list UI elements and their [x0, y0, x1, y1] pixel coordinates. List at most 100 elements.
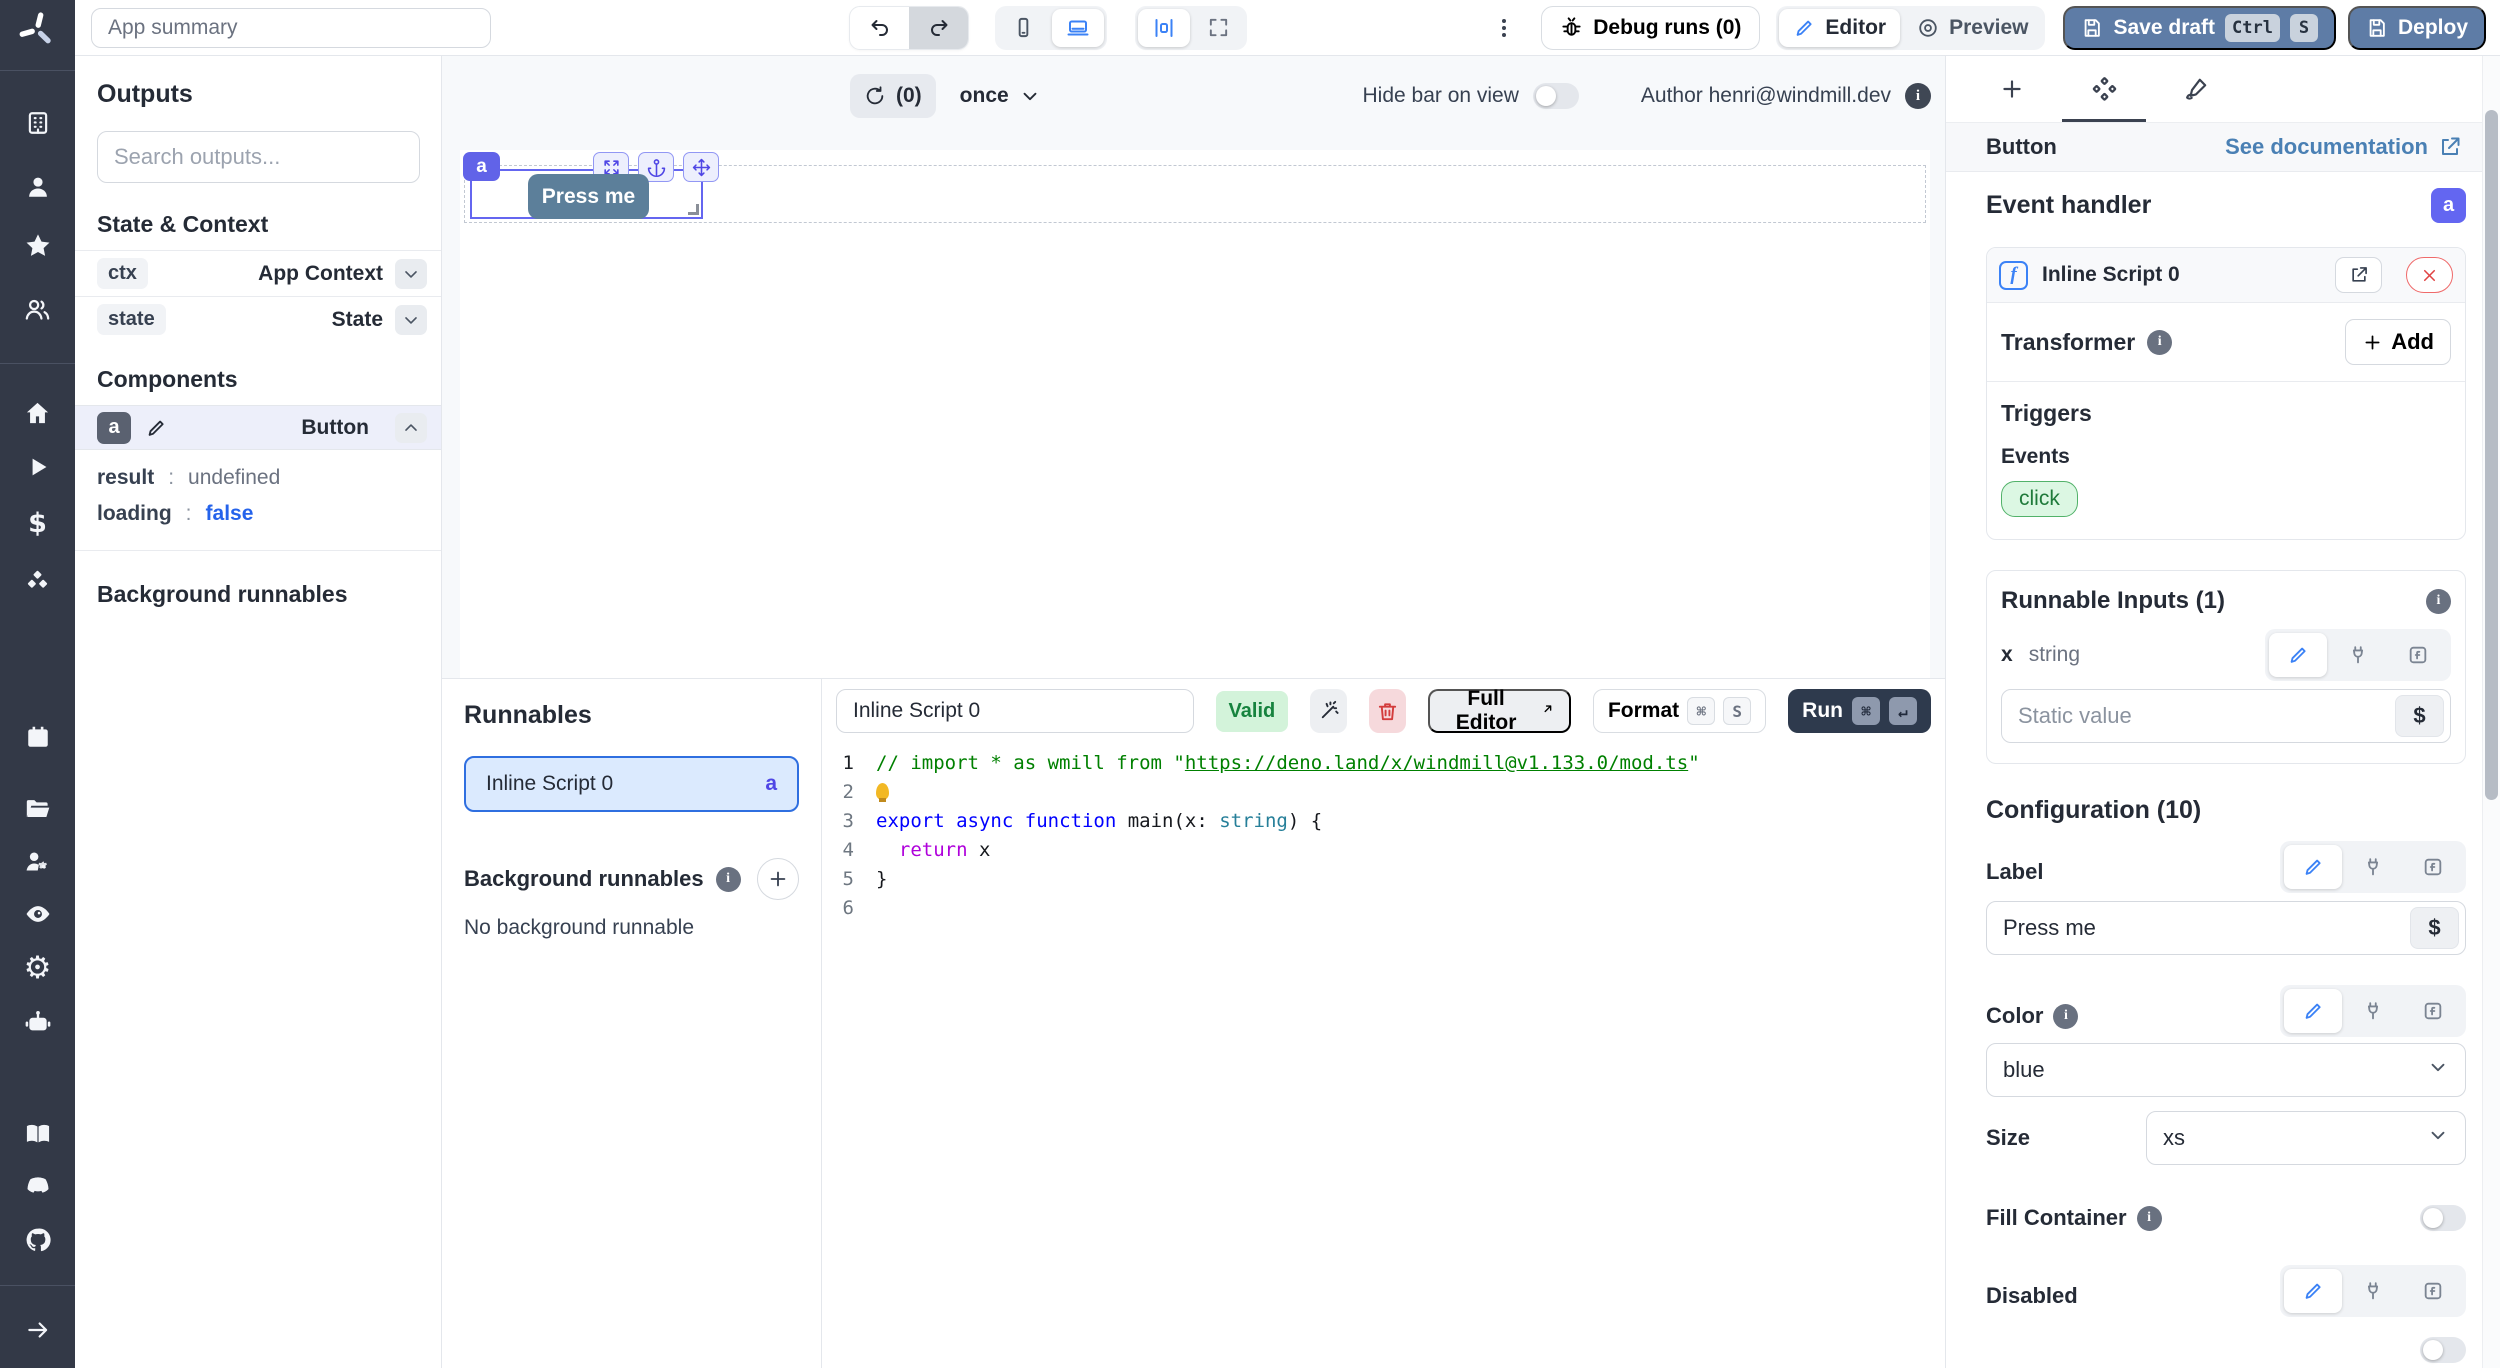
outputs-panel: Outputs State & Context ctx App Context … — [75, 56, 442, 1368]
settings-scrollbar[interactable] — [2482, 56, 2500, 1368]
info-icon[interactable] — [716, 867, 741, 892]
app-summary-input[interactable] — [91, 8, 491, 48]
sidebar-icon-ai-bot[interactable] — [0, 1002, 75, 1042]
sidebar-icon-home[interactable] — [0, 393, 75, 433]
connect-mode-plug-icon[interactable] — [2344, 845, 2402, 889]
sidebar-icon-runs[interactable] — [0, 447, 75, 487]
info-icon[interactable] — [2426, 589, 2451, 614]
chevron-down-icon — [1019, 85, 1041, 107]
move-component-button[interactable] — [683, 152, 719, 182]
refresh-mode-dropdown[interactable]: once — [960, 84, 1041, 108]
full-editor-button[interactable]: Full Editor — [1428, 689, 1571, 733]
chevron-up-icon[interactable] — [395, 413, 427, 443]
code-lines[interactable]: 1// import * as wmill from "https://deno… — [822, 749, 1945, 923]
search-outputs-input[interactable] — [97, 131, 420, 183]
styling-tab[interactable] — [2150, 56, 2242, 122]
desktop-view-button[interactable] — [1052, 9, 1104, 47]
component-id-tag[interactable]: a — [463, 152, 500, 181]
sidebar-icon-star[interactable] — [0, 226, 75, 266]
sidebar-icon-settings-gear[interactable]: ⚙ — [0, 948, 75, 988]
disabled-toggle-row — [1986, 1337, 2466, 1363]
static-value-input[interactable] — [2002, 703, 2395, 729]
sidebar-icon-github[interactable] — [0, 1220, 75, 1260]
undo-button[interactable] — [850, 7, 909, 49]
template-dollar-button[interactable]: $ — [2410, 907, 2459, 949]
label-value-input[interactable] — [1987, 915, 2410, 941]
sidebar-icon-workspace[interactable] — [0, 103, 75, 143]
sidebar-icon-schedules[interactable] — [0, 717, 75, 757]
static-mode-pencil-icon[interactable] — [2269, 633, 2327, 677]
debug-runs-button[interactable]: Debug runs (0) — [1541, 6, 1760, 50]
hide-bar-toggle[interactable] — [1533, 83, 1579, 109]
info-icon[interactable] — [1905, 83, 1931, 109]
insert-component-tab[interactable] — [1966, 56, 2058, 122]
author-label: Author henri@windmill.dev — [1641, 84, 1891, 108]
eval-mode-function-icon[interactable] — [2404, 1269, 2462, 1313]
info-icon[interactable] — [2147, 330, 2172, 355]
connect-mode-plug-icon[interactable] — [2344, 1269, 2402, 1313]
sidebar-icon-workers[interactable] — [0, 841, 75, 881]
resize-handle[interactable] — [688, 204, 699, 215]
preview-tab[interactable]: Preview — [1903, 9, 2042, 47]
see-documentation-link[interactable]: See documentation — [2225, 134, 2462, 160]
sidebar-icon-groups[interactable] — [0, 289, 75, 329]
detach-script-button[interactable] — [2406, 257, 2453, 293]
eval-mode-function-icon[interactable] — [2404, 989, 2462, 1033]
output-row-state[interactable]: state State — [75, 296, 441, 342]
fill-container-toggle[interactable] — [2420, 1205, 2466, 1231]
static-mode-pencil-icon[interactable] — [2284, 989, 2342, 1033]
template-dollar-button[interactable]: $ — [2395, 695, 2444, 737]
sidebar-icon-user[interactable] — [0, 167, 75, 207]
eval-mode-function-icon[interactable] — [2389, 633, 2447, 677]
component-id-badge: a — [97, 412, 131, 444]
sidebar-collapse-arrow-icon[interactable] — [0, 1310, 75, 1350]
connect-mode-plug-icon[interactable] — [2329, 633, 2387, 677]
press-me-button[interactable]: Press me — [528, 174, 649, 219]
app-grid-area[interactable]: a Press me — [460, 150, 1930, 678]
eval-mode-function-icon[interactable] — [2404, 845, 2462, 889]
runnable-item-inline-script-0[interactable]: Inline Script 0 a — [464, 756, 799, 812]
component-row-a[interactable]: a Button — [75, 405, 441, 450]
connect-mode-plug-icon[interactable] — [2344, 989, 2402, 1033]
add-background-runnable-button[interactable] — [757, 858, 799, 900]
ai-assist-button[interactable] — [1310, 689, 1347, 733]
component-settings-tab[interactable] — [2058, 56, 2150, 122]
redo-button[interactable] — [909, 7, 968, 49]
sidebar-icon-audit-logs[interactable] — [0, 894, 75, 934]
static-mode-pencil-icon[interactable] — [2284, 845, 2342, 889]
sidebar-icon-discord[interactable] — [0, 1166, 75, 1206]
sidebar-icon-docs-book[interactable] — [0, 1114, 75, 1154]
open-script-button[interactable] — [2335, 257, 2382, 293]
rename-pencil-icon[interactable] — [145, 417, 167, 439]
center-layout-button[interactable] — [1138, 9, 1190, 47]
info-icon[interactable] — [2137, 1206, 2162, 1231]
more-options-kebab-icon[interactable] — [1487, 16, 1521, 40]
chevron-down-icon[interactable] — [395, 305, 427, 335]
size-select[interactable]: xs — [2146, 1111, 2466, 1165]
save-draft-button[interactable]: Save draft Ctrl S — [2063, 6, 2336, 50]
format-button[interactable]: Format ⌘ S — [1593, 689, 1766, 733]
script-name-input[interactable] — [836, 689, 1194, 733]
state-badge: state — [97, 304, 166, 335]
sidebar-icon-resources[interactable] — [0, 561, 75, 601]
info-icon[interactable] — [2053, 1004, 2078, 1029]
sidebar-icon-folders[interactable] — [0, 788, 75, 828]
fullwidth-layout-button[interactable] — [1193, 9, 1244, 47]
add-transformer-button[interactable]: Add — [2345, 319, 2451, 365]
deploy-button[interactable]: Deploy — [2348, 6, 2486, 50]
scrollbar-thumb[interactable] — [2485, 110, 2498, 800]
editor-tab[interactable]: Editor — [1779, 9, 1900, 47]
trash-icon — [1376, 700, 1399, 723]
mobile-view-button[interactable] — [998, 9, 1049, 47]
sidebar-icon-variables[interactable]: $ — [0, 503, 75, 543]
chevron-down-icon[interactable] — [395, 259, 427, 289]
attached-script-row[interactable]: f Inline Script 0 — [1987, 248, 2465, 302]
color-select[interactable]: blue — [1986, 1043, 2466, 1097]
windmill-logo-icon[interactable] — [14, 7, 60, 53]
disabled-toggle[interactable] — [2420, 1337, 2466, 1363]
output-row-ctx[interactable]: ctx App Context — [75, 250, 441, 296]
delete-script-button[interactable] — [1369, 689, 1406, 733]
refresh-runnables-button[interactable]: (0) — [850, 74, 936, 118]
run-button[interactable]: Run ⌘ ↵ — [1788, 689, 1931, 733]
static-mode-pencil-icon[interactable] — [2284, 1269, 2342, 1313]
